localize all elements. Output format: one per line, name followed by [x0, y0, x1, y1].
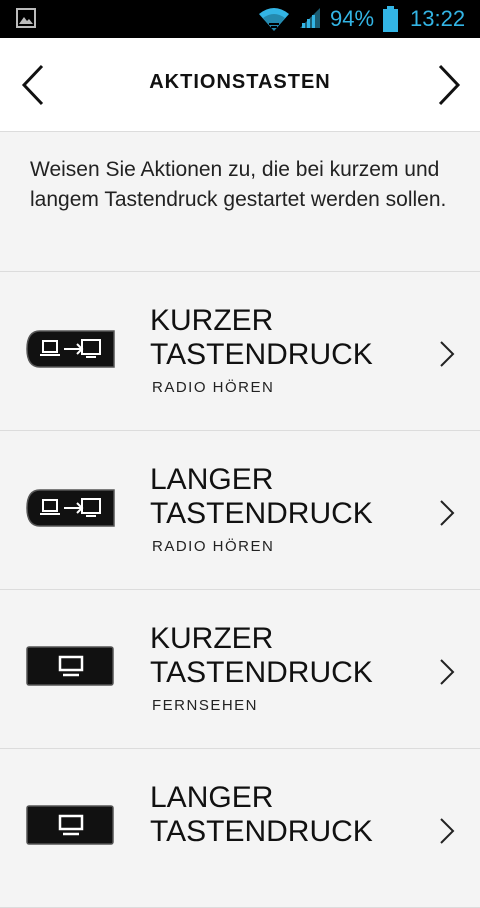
action-title: LANGER TASTENDRUCK	[150, 781, 373, 848]
action-row-long-press-radio[interactable]: LANGER TASTENDRUCK RADIO HÖREN	[0, 431, 480, 590]
action-title: LANGER TASTENDRUCK	[150, 463, 373, 530]
tv-key-icon	[26, 646, 116, 686]
app-header: AKTIONSTASTEN	[0, 38, 480, 132]
signal-icon	[300, 8, 320, 28]
source-switch-key-icon	[26, 489, 116, 527]
next-chevron-icon[interactable]	[426, 60, 470, 110]
action-title: KURZER TASTENDRUCK	[150, 304, 373, 371]
action-subtitle: FERNSEHEN	[152, 697, 259, 714]
chevron-right-icon	[440, 659, 455, 685]
status-bar: 94% 13:22	[0, 0, 480, 38]
action-row-short-press-tv[interactable]: KURZER TASTENDRUCK FERNSEHEN	[0, 590, 480, 749]
source-switch-key-icon	[26, 330, 116, 368]
battery-percent: 94%	[330, 6, 375, 31]
action-row-long-press-tv[interactable]: LANGER TASTENDRUCK	[0, 749, 480, 908]
wifi-icon	[259, 8, 289, 31]
battery-icon	[383, 6, 398, 32]
tv-key-icon	[26, 805, 116, 845]
action-title: KURZER TASTENDRUCK	[150, 622, 373, 689]
chevron-right-icon	[440, 341, 455, 367]
image-icon	[16, 8, 36, 28]
action-subtitle: RADIO HÖREN	[152, 538, 275, 555]
action-subtitle: RADIO HÖREN	[152, 379, 275, 396]
action-list: KURZER TASTENDRUCK RADIO HÖREN LANGER TA…	[0, 272, 480, 908]
page-title: AKTIONSTASTEN	[149, 71, 331, 93]
action-row-short-press-radio[interactable]: KURZER TASTENDRUCK RADIO HÖREN	[0, 272, 480, 431]
chevron-right-icon	[440, 818, 455, 844]
intro-text: Weisen Sie Aktionen zu, die bei kurzem u…	[30, 158, 447, 211]
chevron-right-icon	[440, 500, 455, 526]
clock: 13:22	[410, 6, 466, 31]
